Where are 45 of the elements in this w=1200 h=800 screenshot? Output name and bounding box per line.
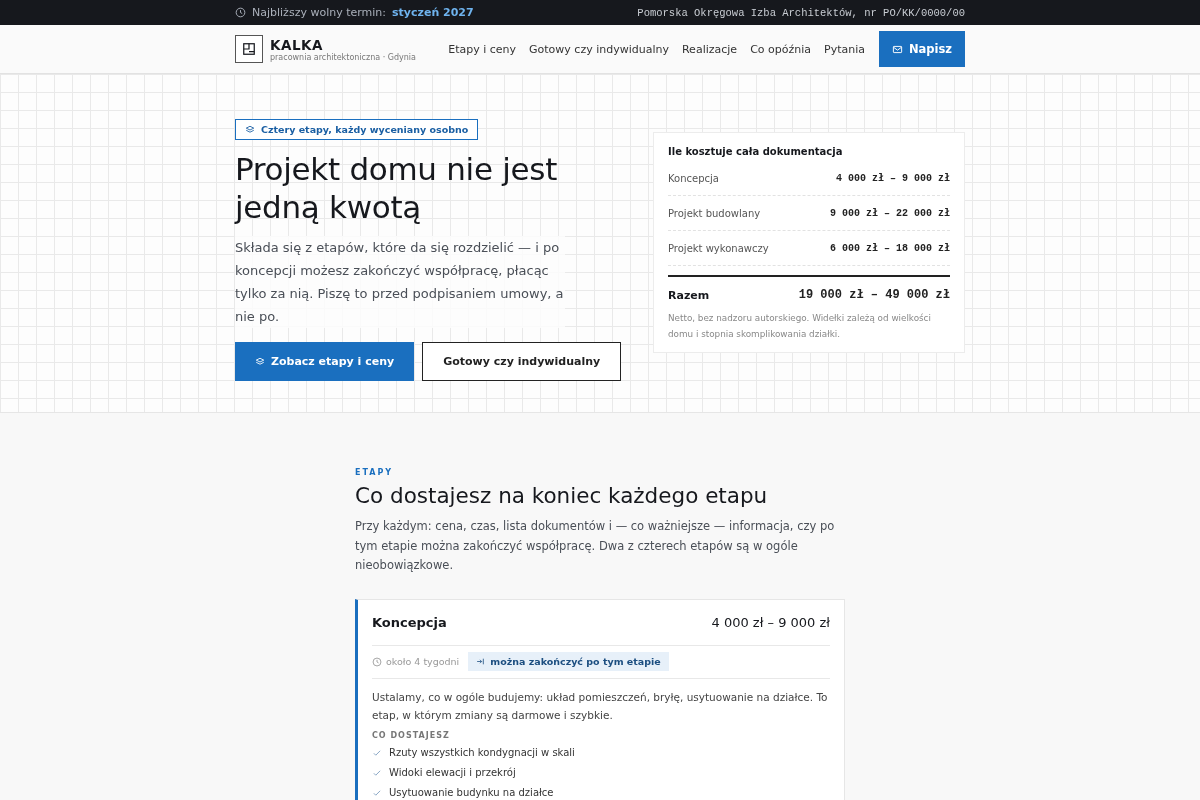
- deliverable-item: Widoki elewacji i przekrój: [389, 767, 516, 778]
- total-price: 19 000 zł – 49 000 zł: [798, 288, 950, 302]
- floor-plan-icon: [242, 42, 256, 56]
- nav-link[interactable]: Pytania: [824, 42, 865, 56]
- section-intro: Przy każdym: cena, czas, lista dokumentów i — co ważniejsze — informacja, czy po tym etapie można zakończyć współpracę. Dwa z czterech etapów są w ogóle nieobowiązkowe.: [355, 518, 836, 574]
- exit-tag: można zakończyć po tym etapie: [468, 652, 669, 671]
- contact-button[interactable]: Napisz: [879, 31, 965, 67]
- clock-icon: [235, 7, 246, 18]
- deliverable-item: Rzuty wszystkich kondygnacji w skali: [389, 747, 575, 758]
- term-value: styczeń 2027: [392, 6, 474, 19]
- layers-icon: [245, 124, 255, 135]
- nav-link[interactable]: Co opóźnia: [750, 42, 812, 56]
- stage-price: 9 000 zł – 22 000 zł: [829, 207, 950, 219]
- price-card-title: Ile kosztuje cała dokumentacja: [668, 146, 844, 157]
- exit-arrow-icon: [476, 657, 486, 666]
- stage-name: Koncepcja: [668, 172, 719, 184]
- nav-link[interactable]: Realizacje: [681, 42, 738, 56]
- hero-lead: Składa się z etapów, które da się rozdzielić — i po koncepcji możesz zakończyć współpracę, płacąc tylko za nią. Piszę to przed podpisaniem umowy, a nie po.: [235, 236, 565, 328]
- comparison-button[interactable]: Gotowy czy indywidualny: [422, 342, 622, 381]
- section-title: Co dostajesz na koniec każdego etapu: [355, 483, 769, 508]
- stage-name: Projekt budowlany: [668, 207, 761, 219]
- stages-button[interactable]: Zobacz etapy i ceny: [235, 342, 415, 381]
- tagline: pracownia architektoniczna · Gdynia: [270, 52, 416, 62]
- hero-title: Projekt domu nie jest jedną kwotą: [235, 150, 559, 226]
- stage-price: 6 000 zł – 18 000 zł: [829, 242, 950, 254]
- total-label: Razem: [668, 288, 710, 302]
- clock-icon: [372, 656, 382, 667]
- layers-icon: [255, 356, 265, 367]
- stage-duration: około 4 tygodni: [386, 656, 460, 667]
- price-note: Netto, bez nadzoru autorskiego. Widełki zależą od wielkości domu i stopnia skomplikowania działki.: [668, 312, 932, 341]
- term-label: Najbliższy wolny termin:: [252, 6, 387, 19]
- section-eyebrow: ETAPY: [355, 468, 395, 477]
- stage-description: Ustalamy, co w ogóle budujemy: układ pomieszczeń, bryłę, usytuowanie na działce. To etap, w którym zmiany są darmowe i szybkie.: [372, 689, 829, 723]
- stage-price: 4 000 zł – 9 000 zł: [711, 614, 830, 630]
- registration-number: Pomorska Okręgowa Izba Architektów, nr PO/KK/0000/00: [637, 6, 965, 19]
- deliverable-item: Usytuowanie budynku na działce: [389, 787, 554, 798]
- stage-name: Koncepcja: [372, 614, 447, 630]
- envelope-icon: [891, 43, 903, 55]
- nav-link[interactable]: Gotowy czy indywidualny: [529, 42, 669, 56]
- stage-name: Projekt wykonawczy: [668, 242, 769, 254]
- nav-link[interactable]: Etapy i ceny: [448, 42, 517, 56]
- deliverables-label: CO DOSTAJESZ: [372, 730, 451, 740]
- logo-text: KALKA: [270, 36, 324, 53]
- stage-price: 4 000 zł – 9 000 zł: [835, 172, 950, 184]
- feature-badge: Cztery etapy, każdy wyceniany osobno: [235, 119, 479, 140]
